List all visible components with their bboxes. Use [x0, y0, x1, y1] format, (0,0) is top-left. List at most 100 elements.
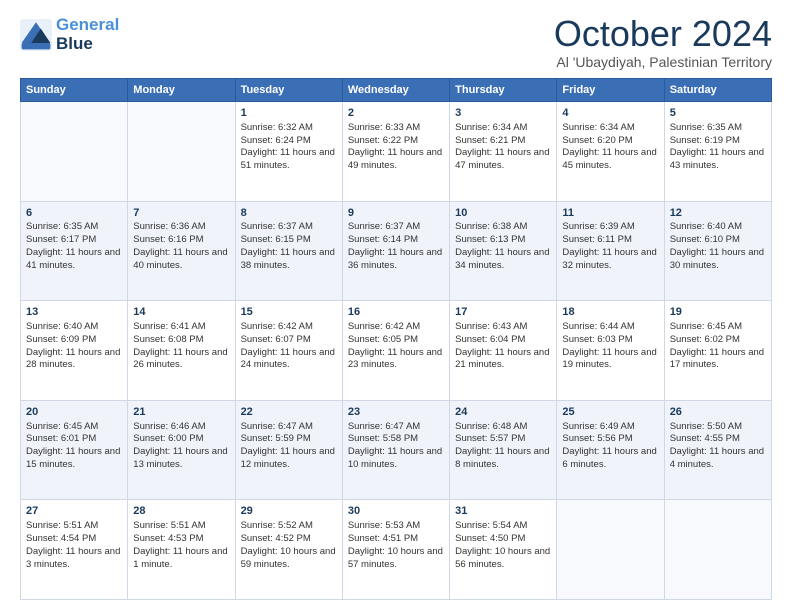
- daylight-text: Daylight: 11 hours and 36 minutes.: [348, 247, 442, 271]
- daylight-text: Daylight: 11 hours and 21 minutes.: [455, 347, 549, 371]
- calendar-cell: 15 Sunrise: 6:42 AM Sunset: 6:07 PM Dayl…: [235, 301, 342, 401]
- day-number: 28: [133, 504, 229, 519]
- sunset-text: Sunset: 6:11 PM: [562, 234, 632, 245]
- sunrise-text: Sunrise: 6:44 AM: [562, 321, 634, 332]
- calendar-cell: 4 Sunrise: 6:34 AM Sunset: 6:20 PM Dayli…: [557, 102, 664, 202]
- calendar-table: SundayMondayTuesdayWednesdayThursdayFrid…: [20, 78, 772, 600]
- weekday-header: Wednesday: [342, 79, 449, 102]
- daylight-text: Daylight: 11 hours and 34 minutes.: [455, 247, 549, 271]
- sunset-text: Sunset: 5:57 PM: [455, 433, 525, 444]
- sunrise-text: Sunrise: 6:32 AM: [241, 122, 313, 133]
- calendar-week-row: 13 Sunrise: 6:40 AM Sunset: 6:09 PM Dayl…: [21, 301, 772, 401]
- daylight-text: Daylight: 11 hours and 10 minutes.: [348, 446, 442, 470]
- calendar-cell: 10 Sunrise: 6:38 AM Sunset: 6:13 PM Dayl…: [450, 201, 557, 301]
- sunrise-text: Sunrise: 5:52 AM: [241, 520, 313, 531]
- logo-icon: [20, 19, 52, 51]
- calendar-cell: [557, 500, 664, 600]
- daylight-text: Daylight: 11 hours and 32 minutes.: [562, 247, 656, 271]
- day-number: 29: [241, 504, 337, 519]
- weekday-header: Tuesday: [235, 79, 342, 102]
- calendar-cell: 11 Sunrise: 6:39 AM Sunset: 6:11 PM Dayl…: [557, 201, 664, 301]
- daylight-text: Daylight: 11 hours and 43 minutes.: [670, 147, 764, 171]
- logo-text: General Blue: [56, 16, 119, 53]
- sunset-text: Sunset: 6:04 PM: [455, 334, 525, 345]
- sunset-text: Sunset: 6:10 PM: [670, 234, 740, 245]
- daylight-text: Daylight: 11 hours and 19 minutes.: [562, 347, 656, 371]
- daylight-text: Daylight: 11 hours and 26 minutes.: [133, 347, 227, 371]
- sunset-text: Sunset: 6:02 PM: [670, 334, 740, 345]
- daylight-text: Daylight: 11 hours and 49 minutes.: [348, 147, 442, 171]
- day-number: 21: [133, 405, 229, 420]
- sunset-text: Sunset: 4:55 PM: [670, 433, 740, 444]
- sunset-text: Sunset: 6:08 PM: [133, 334, 203, 345]
- day-number: 19: [670, 305, 766, 320]
- sunset-text: Sunset: 6:15 PM: [241, 234, 311, 245]
- calendar-cell: 14 Sunrise: 6:41 AM Sunset: 6:08 PM Dayl…: [128, 301, 235, 401]
- sunset-text: Sunset: 6:01 PM: [26, 433, 96, 444]
- sunrise-text: Sunrise: 5:54 AM: [455, 520, 527, 531]
- sunrise-text: Sunrise: 6:37 AM: [241, 221, 313, 232]
- sunrise-text: Sunrise: 5:53 AM: [348, 520, 420, 531]
- calendar-cell: 6 Sunrise: 6:35 AM Sunset: 6:17 PM Dayli…: [21, 201, 128, 301]
- sunrise-text: Sunrise: 5:51 AM: [133, 520, 205, 531]
- day-number: 26: [670, 405, 766, 420]
- calendar-week-row: 1 Sunrise: 6:32 AM Sunset: 6:24 PM Dayli…: [21, 102, 772, 202]
- calendar-cell: [21, 102, 128, 202]
- calendar-cell: 2 Sunrise: 6:33 AM Sunset: 6:22 PM Dayli…: [342, 102, 449, 202]
- sunrise-text: Sunrise: 6:43 AM: [455, 321, 527, 332]
- sunset-text: Sunset: 6:20 PM: [562, 135, 632, 146]
- sunrise-text: Sunrise: 6:38 AM: [455, 221, 527, 232]
- daylight-text: Daylight: 11 hours and 23 minutes.: [348, 347, 442, 371]
- calendar-cell: 16 Sunrise: 6:42 AM Sunset: 6:05 PM Dayl…: [342, 301, 449, 401]
- day-number: 15: [241, 305, 337, 320]
- sunrise-text: Sunrise: 6:35 AM: [670, 122, 742, 133]
- day-number: 23: [348, 405, 444, 420]
- sunset-text: Sunset: 6:09 PM: [26, 334, 96, 345]
- daylight-text: Daylight: 11 hours and 41 minutes.: [26, 247, 120, 271]
- sunrise-text: Sunrise: 6:40 AM: [670, 221, 742, 232]
- sunrise-text: Sunrise: 6:37 AM: [348, 221, 420, 232]
- sunrise-text: Sunrise: 6:36 AM: [133, 221, 205, 232]
- sunset-text: Sunset: 6:19 PM: [670, 135, 740, 146]
- sunset-text: Sunset: 6:16 PM: [133, 234, 203, 245]
- calendar-week-row: 6 Sunrise: 6:35 AM Sunset: 6:17 PM Dayli…: [21, 201, 772, 301]
- calendar-cell: 12 Sunrise: 6:40 AM Sunset: 6:10 PM Dayl…: [664, 201, 771, 301]
- sunrise-text: Sunrise: 6:34 AM: [562, 122, 634, 133]
- day-number: 9: [348, 206, 444, 221]
- day-number: 6: [26, 206, 122, 221]
- day-number: 24: [455, 405, 551, 420]
- calendar-cell: 13 Sunrise: 6:40 AM Sunset: 6:09 PM Dayl…: [21, 301, 128, 401]
- calendar-cell: 7 Sunrise: 6:36 AM Sunset: 6:16 PM Dayli…: [128, 201, 235, 301]
- calendar-cell: 20 Sunrise: 6:45 AM Sunset: 6:01 PM Dayl…: [21, 400, 128, 500]
- daylight-text: Daylight: 11 hours and 8 minutes.: [455, 446, 549, 470]
- day-number: 13: [26, 305, 122, 320]
- sunrise-text: Sunrise: 5:50 AM: [670, 421, 742, 432]
- day-number: 12: [670, 206, 766, 221]
- day-number: 16: [348, 305, 444, 320]
- day-number: 4: [562, 106, 658, 121]
- sunset-text: Sunset: 4:52 PM: [241, 533, 311, 544]
- sunrise-text: Sunrise: 6:41 AM: [133, 321, 205, 332]
- daylight-text: Daylight: 11 hours and 28 minutes.: [26, 347, 120, 371]
- sunrise-text: Sunrise: 6:34 AM: [455, 122, 527, 133]
- calendar-cell: 18 Sunrise: 6:44 AM Sunset: 6:03 PM Dayl…: [557, 301, 664, 401]
- day-number: 11: [562, 206, 658, 221]
- sunrise-text: Sunrise: 6:46 AM: [133, 421, 205, 432]
- daylight-text: Daylight: 11 hours and 3 minutes.: [26, 546, 120, 570]
- daylight-text: Daylight: 11 hours and 30 minutes.: [670, 247, 764, 271]
- calendar-cell: 22 Sunrise: 6:47 AM Sunset: 5:59 PM Dayl…: [235, 400, 342, 500]
- sunset-text: Sunset: 5:56 PM: [562, 433, 632, 444]
- calendar-cell: 30 Sunrise: 5:53 AM Sunset: 4:51 PM Dayl…: [342, 500, 449, 600]
- sunrise-text: Sunrise: 6:39 AM: [562, 221, 634, 232]
- calendar-week-row: 27 Sunrise: 5:51 AM Sunset: 4:54 PM Dayl…: [21, 500, 772, 600]
- day-number: 3: [455, 106, 551, 121]
- daylight-text: Daylight: 10 hours and 56 minutes.: [455, 546, 550, 570]
- calendar-cell: 9 Sunrise: 6:37 AM Sunset: 6:14 PM Dayli…: [342, 201, 449, 301]
- sunset-text: Sunset: 5:58 PM: [348, 433, 418, 444]
- calendar-cell: 1 Sunrise: 6:32 AM Sunset: 6:24 PM Dayli…: [235, 102, 342, 202]
- sunrise-text: Sunrise: 6:47 AM: [348, 421, 420, 432]
- sunset-text: Sunset: 4:51 PM: [348, 533, 418, 544]
- calendar-cell: 24 Sunrise: 6:48 AM Sunset: 5:57 PM Dayl…: [450, 400, 557, 500]
- calendar-cell: 23 Sunrise: 6:47 AM Sunset: 5:58 PM Dayl…: [342, 400, 449, 500]
- day-number: 10: [455, 206, 551, 221]
